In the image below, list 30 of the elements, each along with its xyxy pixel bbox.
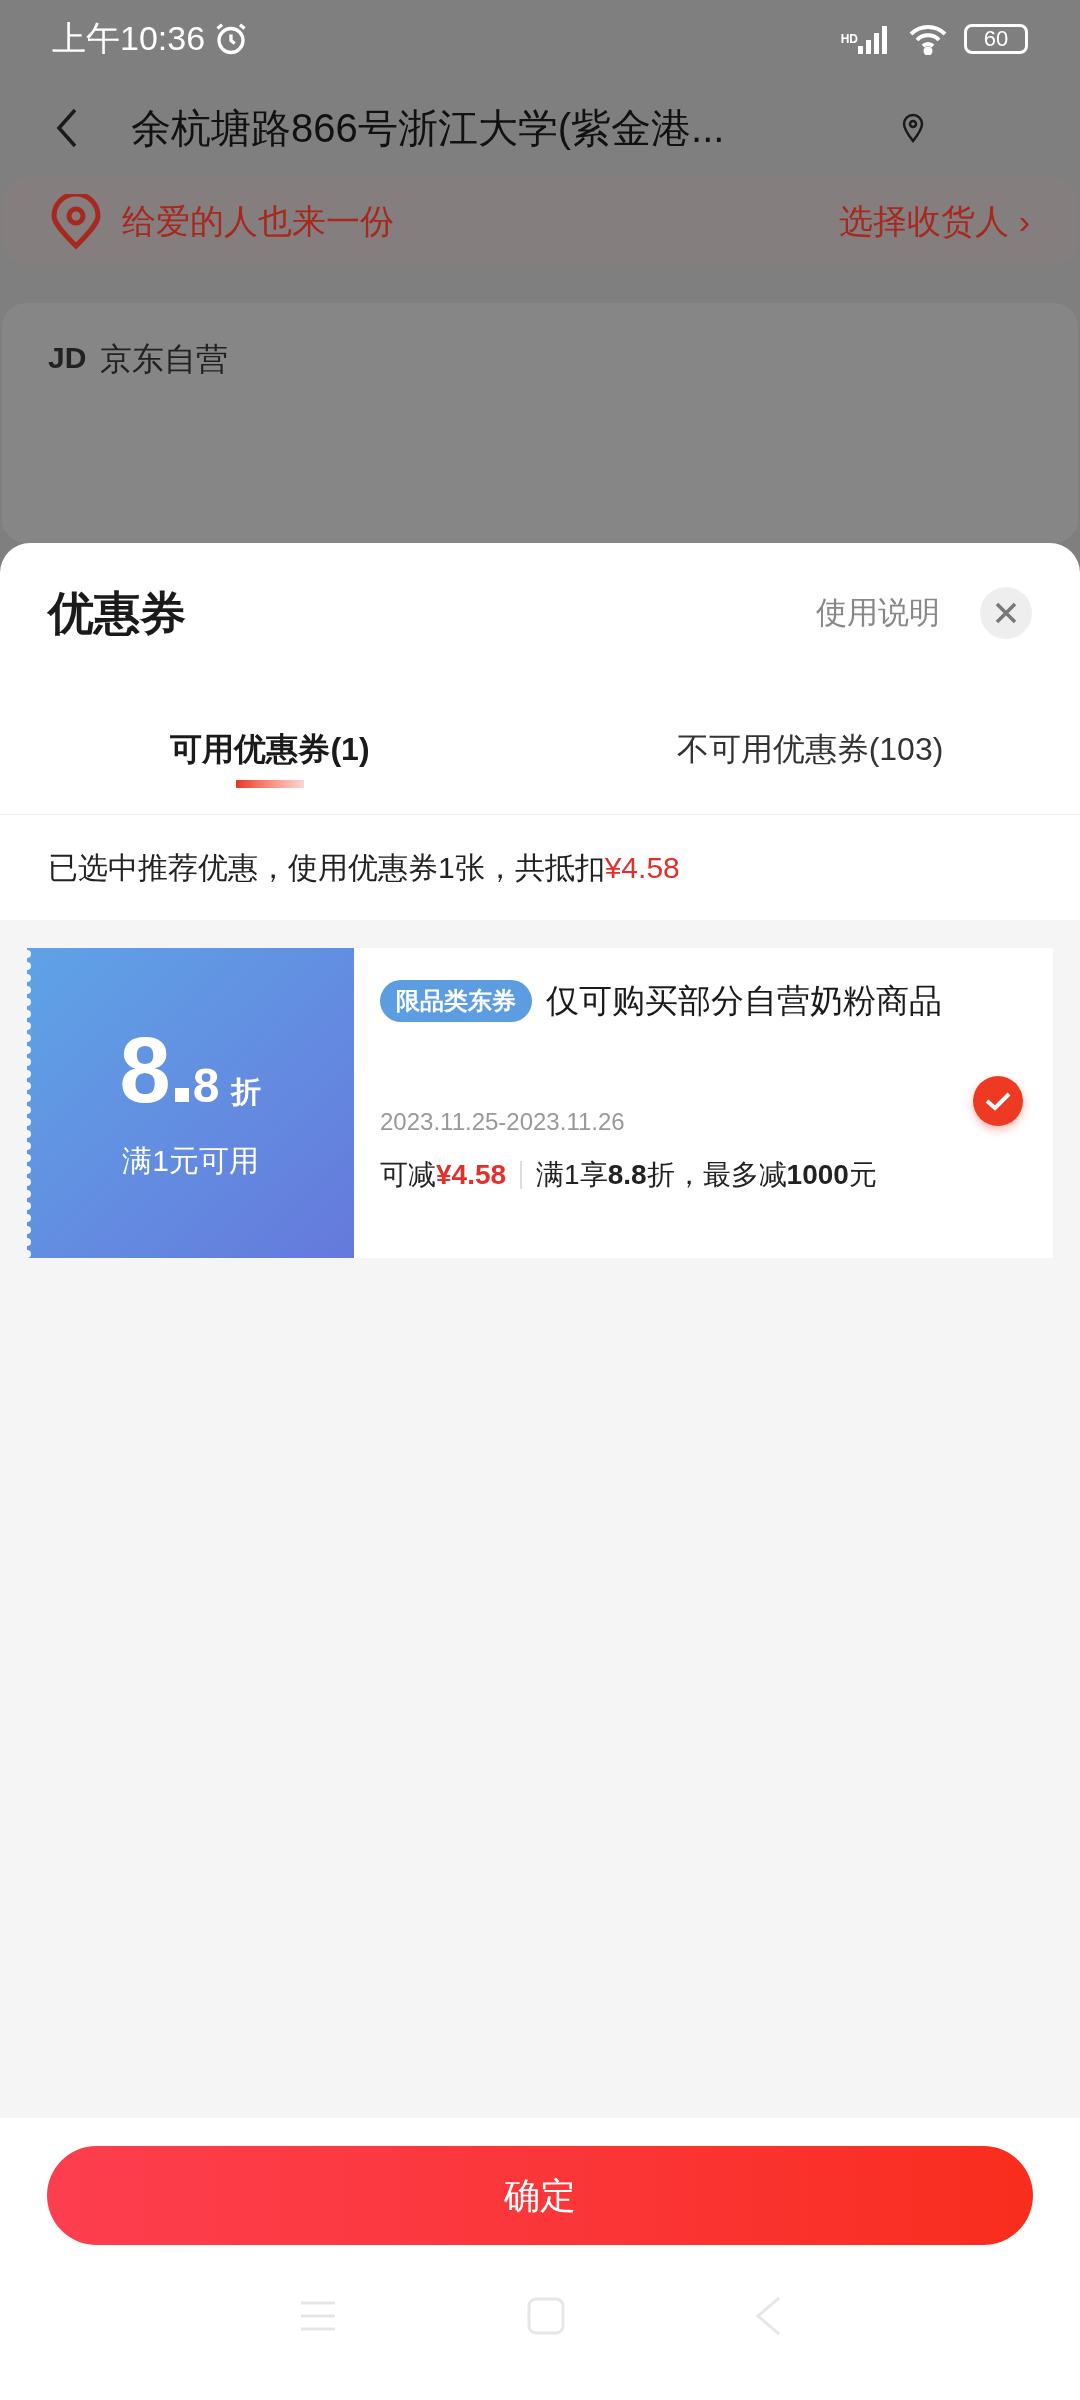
usage-instructions-link[interactable]: 使用说明 <box>816 589 940 637</box>
discount-value: 8 8 <box>119 1023 220 1116</box>
coupon-card[interactable]: 8 8 折 满1元可用 限品类东券 仅可购买部分自营奶粉商品 2023.11.25-2023.11.26 可减¥4.58 满1享8.8折，最多减1000元 <box>27 948 1053 1258</box>
store-name: 京东自营 <box>100 340 229 380</box>
coupon-tab[interactable]: 不可用优惠券(103) <box>540 683 1080 814</box>
coupon-type-tag: 限品类东券 <box>380 979 532 1022</box>
summary-text: 已选中推荐优惠，使用优惠券1张，共抵扣¥4.58 <box>48 850 680 886</box>
checkmark-icon <box>985 1091 1011 1111</box>
gift-text: 给爱的人也来一份 <box>122 201 394 243</box>
wifi-icon <box>908 22 948 55</box>
tab-underline <box>236 780 304 788</box>
discount-rule: 满1享8.8折，最多减1000元 <box>536 1158 877 1192</box>
discount-unit: 折 <box>231 1073 262 1110</box>
confirm-button[interactable]: 确定 <box>47 2146 1033 2245</box>
network-label: HD <box>840 31 858 48</box>
close-icon <box>995 602 1017 624</box>
store-logo: JD <box>48 340 87 377</box>
status-time: 上午10:36 <box>52 18 206 60</box>
battery-icon: 60 <box>964 23 1028 54</box>
saving-text: 可减¥4.58 <box>380 1158 507 1192</box>
usage-condition: 满1元可用 <box>122 1142 259 1179</box>
coupon-title: 仅可购买部分自营奶粉商品 <box>546 981 942 1021</box>
location-pin-icon[interactable] <box>901 112 925 143</box>
sheet-title: 优惠券 <box>48 585 186 641</box>
location-pin-icon <box>50 193 102 250</box>
address-title[interactable]: 余杭塘路866号浙江大学(紫金港... <box>131 97 725 158</box>
close-button[interactable] <box>980 587 1032 639</box>
coupon-tab[interactable]: 可用优惠券(1) <box>0 683 540 814</box>
validity-dates: 2023.11.25-2023.11.26 <box>380 1107 626 1137</box>
selected-checkmark[interactable] <box>973 1076 1023 1126</box>
